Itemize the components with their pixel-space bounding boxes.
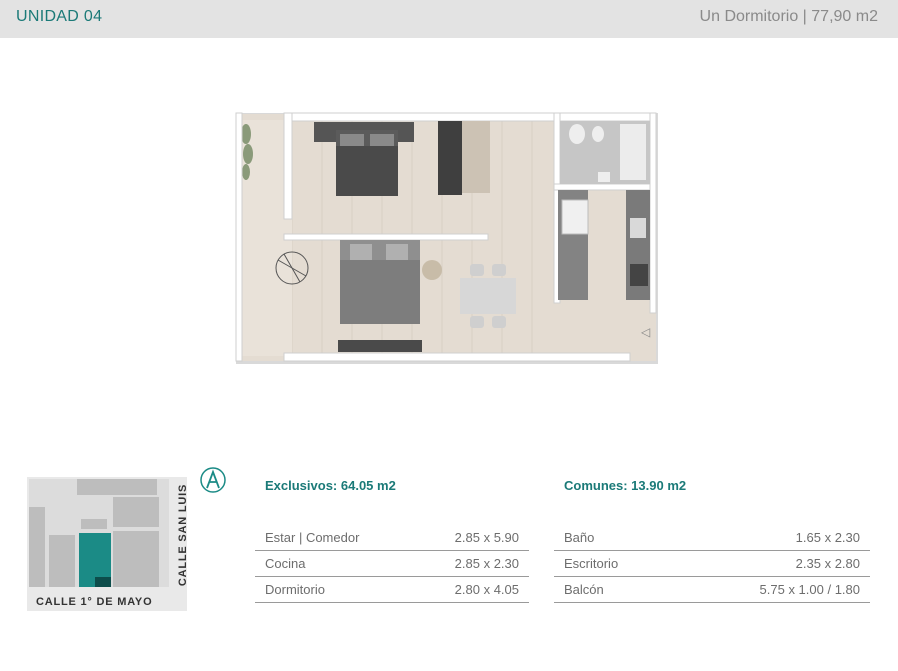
- entrance-arrow-icon: ◁: [641, 325, 651, 339]
- room-size: 2.85 x 5.90: [454, 530, 519, 545]
- room-name: Estar | Comedor: [265, 530, 360, 545]
- unit-subtitle: Un Dormitorio | 77,90 m2: [699, 8, 878, 25]
- street-side-label: CALLE SAN LUIS: [177, 483, 189, 587]
- room-size: 2.85 x 2.30: [454, 556, 519, 571]
- table-row: Cocina 2.85 x 2.30: [255, 551, 529, 577]
- floor-plan: [235, 112, 658, 364]
- comunes-table: Baño 1.65 x 2.30 Escritorio 2.35 x 2.80 …: [554, 525, 870, 603]
- street-bottom-label: CALLE 1° DE MAYO: [36, 596, 153, 608]
- room-name: Dormitorio: [265, 582, 325, 597]
- unit-title: UNIDAD 04: [16, 8, 103, 25]
- north-compass-icon: [200, 467, 226, 493]
- room-size: 5.75 x 1.00 / 1.80: [759, 582, 860, 597]
- table-row: Escritorio 2.35 x 2.80: [554, 551, 870, 577]
- comunes-title: Comunes: 13.90 m2: [564, 478, 687, 493]
- room-size: 1.65 x 2.30: [795, 530, 860, 545]
- table-row: Estar | Comedor 2.85 x 5.90: [255, 525, 529, 551]
- exclusivos-title: Exclusivos: 64.05 m2: [265, 478, 396, 493]
- table-row: Dormitorio 2.80 x 4.05: [255, 577, 529, 603]
- room-size: 2.35 x 2.80: [795, 556, 860, 571]
- table-row: Baño 1.65 x 2.30: [554, 525, 870, 551]
- room-size: 2.80 x 4.05: [454, 582, 519, 597]
- table-row: Balcón 5.75 x 1.00 / 1.80: [554, 577, 870, 603]
- room-name: Balcón: [564, 582, 604, 597]
- room-name: Baño: [564, 530, 595, 545]
- exclusivos-table: Estar | Comedor 2.85 x 5.90 Cocina 2.85 …: [255, 525, 529, 603]
- header-bar: UNIDAD 04 Un Dormitorio | 77,90 m2: [0, 0, 898, 38]
- room-name: Cocina: [265, 556, 306, 571]
- room-name: Escritorio: [564, 556, 619, 571]
- key-plan-map: [27, 477, 187, 611]
